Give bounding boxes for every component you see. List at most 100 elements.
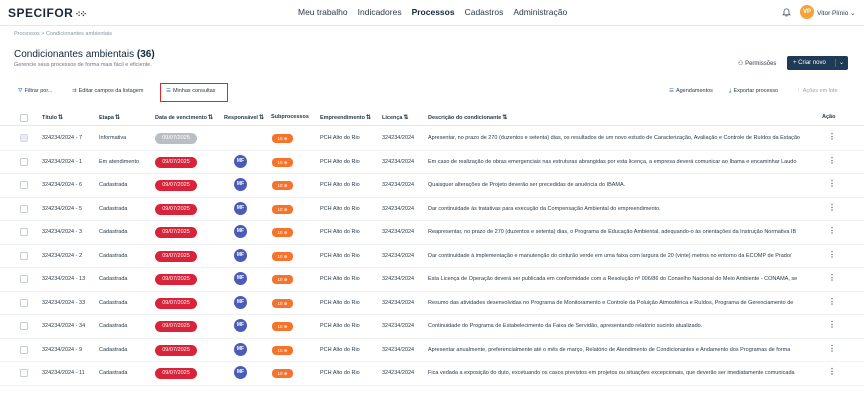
user-menu[interactable]: Vitor Plínio ⌄ xyxy=(817,9,856,17)
cell-titulo[interactable]: 324234/2024 - 13 xyxy=(42,276,85,282)
subprocess-badge[interactable]: 10 ⊕ xyxy=(272,275,293,284)
row-actions-kebab-icon[interactable]: ⋮ xyxy=(828,179,836,188)
row-checkbox[interactable] xyxy=(20,322,28,330)
table-row[interactable]: 324234/2024 - 33 Cadastrada 09/07/2025 MF 10… xyxy=(0,292,864,315)
row-actions-kebab-icon[interactable]: ⋮ xyxy=(828,273,836,282)
table-row[interactable]: 324234/2024 - 11 Cadastrada 09/07/2025 MF 10… xyxy=(0,362,864,386)
subprocess-badge[interactable]: 10 ⊕ xyxy=(272,228,293,237)
breadcrumb[interactable]: Processos > Condicionantes ambientais xyxy=(14,31,112,37)
table-row[interactable]: 324234/2024 - 34 Cadastrada 09/07/2025 MF 10… xyxy=(0,315,864,339)
cell-titulo[interactable]: 324234/2024 - 33 xyxy=(42,300,85,306)
cell-titulo[interactable]: 324234/2024 - 2 xyxy=(42,253,82,259)
col-licenca[interactable]: Licença⇅ xyxy=(382,114,409,121)
col-empreendimento[interactable]: Empreendimento⇅ xyxy=(320,114,371,121)
col-descricao[interactable]: Descrição do condicionante⇅ xyxy=(428,114,507,121)
logo[interactable]: SPECIFOR ⁖⁘ xyxy=(8,6,87,20)
row-actions-kebab-icon[interactable]: ⋮ xyxy=(828,367,836,376)
row-actions-kebab-icon[interactable]: ⋮ xyxy=(828,156,836,165)
subprocess-badge[interactable]: 10 ⊕ xyxy=(272,204,293,214)
row-actions-kebab-icon[interactable]: ⋮ xyxy=(828,226,836,235)
permissions-button[interactable]: ⚇ Permissões xyxy=(738,60,776,67)
responsible-avatar[interactable]: MF xyxy=(234,178,247,191)
filter-button[interactable]: ⛛ Filtrar por... xyxy=(18,88,52,95)
responsible-avatar[interactable]: MF xyxy=(234,201,247,215)
select-all-checkbox[interactable] xyxy=(20,114,28,122)
subprocess-badge[interactable]: 10 ⊕ xyxy=(272,369,293,378)
subprocess-badge[interactable]: 10 ⊕ xyxy=(272,157,293,167)
table-row[interactable]: 324234/2024 - 1 Em atendimento 09/07/2025 M… xyxy=(0,151,864,174)
responsible-avatar[interactable]: MF xyxy=(234,342,247,356)
row-actions-kebab-icon[interactable]: ⋮ xyxy=(828,250,836,259)
responsible-avatar[interactable]: MF xyxy=(234,154,247,168)
row-actions-kebab-icon[interactable]: ⋮ xyxy=(828,344,836,353)
row-checkbox[interactable] xyxy=(20,369,28,377)
subprocess-badge[interactable]: 10 ⊕ xyxy=(272,134,293,143)
subprocess-badge[interactable]: 10 ⊕ xyxy=(272,298,293,308)
subprocess-badge[interactable]: 10 ⊕ xyxy=(272,251,293,261)
table-row[interactable]: 324234/2024 - 13 Cadastrada 09/07/2025 MF 10… xyxy=(0,268,864,292)
nav-administracao[interactable]: Administração xyxy=(513,7,567,17)
row-checkbox[interactable] xyxy=(20,157,28,166)
cell-licenca: 324234/2024 xyxy=(382,323,415,329)
table-row[interactable]: 324234/2024 - 5 Cadastrada 09/07/2025 MF 10 … xyxy=(0,198,864,221)
cell-etapa: Em atendimento xyxy=(99,158,140,165)
cell-titulo[interactable]: 324234/2024 - 7 xyxy=(42,135,82,141)
edit-fields-button[interactable]: ⇉ Editar campos da listagem xyxy=(72,88,143,94)
create-new-button[interactable]: + Criar novo ⌄ xyxy=(787,56,848,70)
col-responsavel[interactable]: Responsável⇅ xyxy=(224,114,264,121)
col-licenca-label: Licença xyxy=(382,115,403,121)
row-checkbox[interactable] xyxy=(20,181,28,189)
logo-text: SPECIFOR xyxy=(8,6,74,20)
row-actions-kebab-icon[interactable]: ⋮ xyxy=(828,297,836,306)
responsible-avatar[interactable]: MF xyxy=(234,248,247,262)
row-actions-kebab-icon[interactable]: ⋮ xyxy=(828,203,836,212)
row-checkbox[interactable] xyxy=(20,298,28,307)
nav-meu-trabalho[interactable]: Meu trabalho xyxy=(298,7,348,17)
cell-etapa: Cadastrada xyxy=(99,323,128,329)
row-checkbox[interactable] xyxy=(20,134,28,142)
export-button[interactable]: ⤓ Exportar processo xyxy=(729,88,778,95)
responsible-avatar[interactable]: MF xyxy=(234,295,247,309)
cell-titulo[interactable]: 324234/2024 - 1 xyxy=(42,159,82,165)
schedules-button[interactable]: ☰ Agendamentos xyxy=(669,88,713,94)
nav-processos[interactable]: Processos xyxy=(412,7,455,17)
due-date-badge: 09/07/2025 xyxy=(155,250,197,262)
bulk-actions-button[interactable]: ⋮ Ações em lote xyxy=(796,88,838,94)
table-row[interactable]: 324234/2024 - 6 Cadastrada 09/07/2025 MF 10 … xyxy=(0,174,864,198)
cell-titulo[interactable]: 324234/2024 - 3 xyxy=(42,229,82,235)
row-checkbox[interactable] xyxy=(20,251,28,260)
filter-label: Filtrar por... xyxy=(24,88,53,94)
bell-icon[interactable] xyxy=(782,8,791,17)
row-actions-kebab-icon[interactable]: ⋮ xyxy=(828,320,836,329)
col-vencimento-label: Data de vencimento xyxy=(155,115,207,121)
responsible-avatar[interactable]: MF xyxy=(234,272,247,285)
subprocess-badge[interactable]: 10 ⊕ xyxy=(272,322,293,331)
row-checkbox[interactable] xyxy=(20,204,28,213)
responsible-avatar[interactable]: MF xyxy=(234,366,247,379)
cell-titulo[interactable]: 324234/2024 - 6 xyxy=(42,182,82,188)
table-row[interactable]: 324234/2024 - 2 Cadastrada 09/07/2025 MF 10 … xyxy=(0,245,864,268)
col-titulo[interactable]: Título⇅ xyxy=(42,114,63,121)
nav-cadastros[interactable]: Cadastros xyxy=(465,7,504,17)
cell-titulo[interactable]: 324234/2024 - 5 xyxy=(42,206,82,212)
col-etapa[interactable]: Etapa⇅ xyxy=(99,114,120,121)
subprocess-badge[interactable]: 10 ⊕ xyxy=(272,181,293,190)
user-avatar[interactable]: VP xyxy=(800,5,814,19)
responsible-avatar[interactable]: MF xyxy=(234,225,247,238)
subprocess-badge[interactable]: 10 ⊕ xyxy=(272,345,293,355)
table-row[interactable]: 324234/2024 - 7 Informativa 09/07/2025 10 ⊕… xyxy=(0,127,864,151)
table-row[interactable]: 324234/2024 - 9 Cadastrada 09/07/2025 MF 10 … xyxy=(0,339,864,362)
cell-titulo[interactable]: 324234/2024 - 34 xyxy=(42,323,85,329)
cell-titulo[interactable]: 324234/2024 - 11 xyxy=(42,370,85,376)
col-vencimento[interactable]: Data de vencimento⇅ xyxy=(155,114,213,121)
row-checkbox[interactable] xyxy=(20,228,28,236)
row-actions-kebab-icon[interactable]: ⋮ xyxy=(828,132,836,141)
row-checkbox[interactable] xyxy=(20,345,28,354)
cell-titulo[interactable]: 324234/2024 - 9 xyxy=(42,347,82,353)
chevron-down-icon[interactable]: ⌄ xyxy=(839,56,844,70)
responsible-avatar[interactable]: MF xyxy=(234,319,247,332)
row-checkbox[interactable] xyxy=(20,275,28,283)
col-subprocessos[interactable]: Subprocessos xyxy=(271,114,309,120)
table-row[interactable]: 324234/2024 - 3 Cadastrada 09/07/2025 MF 10 … xyxy=(0,221,864,245)
nav-indicadores[interactable]: Indicadores xyxy=(358,7,402,17)
